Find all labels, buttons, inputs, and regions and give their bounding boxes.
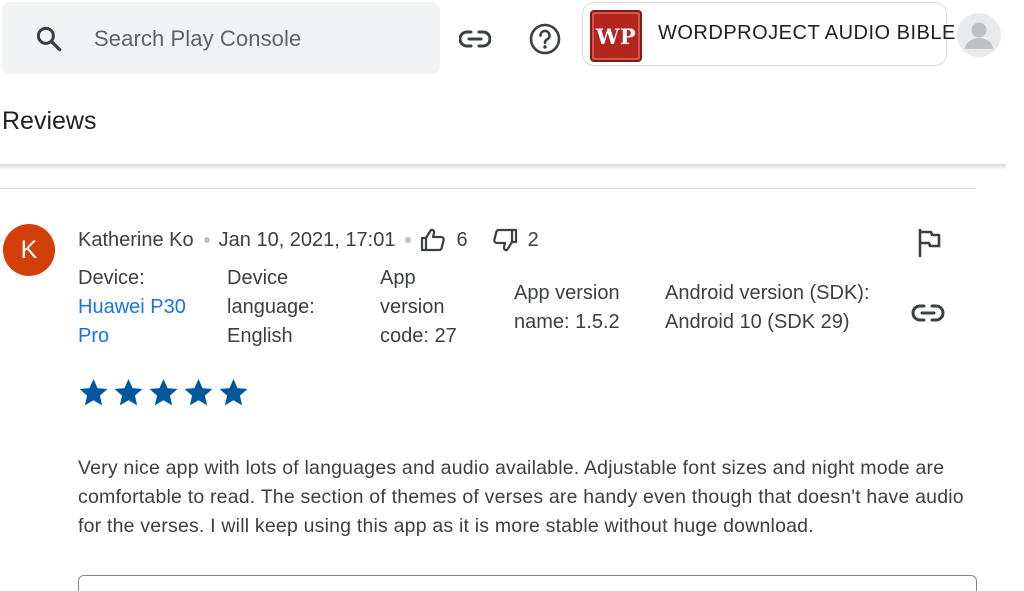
review-text: Very nice app with lots of languages and…	[78, 457, 964, 537]
language-detail: Device language: English	[227, 264, 347, 351]
reviewer-name: Katherine Ko	[78, 228, 194, 251]
star-filled-icon	[149, 378, 178, 406]
device-detail: Device: Huawei P30 Pro	[78, 264, 208, 351]
header-shadow	[0, 164, 1006, 170]
search-bar[interactable]: Search Play Console	[2, 2, 440, 74]
reviewer-avatar: K	[3, 224, 55, 276]
version-name-value: 1.5.2	[575, 311, 620, 333]
separator-dot	[405, 237, 412, 243]
app-name: WORDPROJECT AUDIO BIBLE	[658, 22, 956, 44]
language-value: English	[227, 325, 293, 347]
search-input[interactable]: Search Play Console	[94, 26, 301, 52]
divider	[0, 188, 976, 189]
app-selector[interactable]: WP WORDPROJECT AUDIO BIBLE	[582, 2, 955, 66]
android-version-label: Android version (SDK):	[665, 282, 870, 304]
version-code-value: 27	[434, 325, 457, 347]
thumbs-up-count: 6	[420, 228, 491, 252]
android-version-value: Android 10 (SDK 29)	[665, 311, 850, 333]
star-filled-icon	[79, 378, 108, 406]
page-title: Reviews	[2, 107, 97, 135]
android-version-detail: Android version (SDK): Android 10 (SDK 2…	[665, 279, 895, 337]
thumbs-down-count: 2	[492, 228, 539, 252]
star-rating	[78, 377, 253, 408]
reply-input[interactable]	[78, 575, 977, 591]
review-meta: Katherine Ko Jan 10, 2021, 17:01 6 2	[78, 228, 539, 252]
version-code-detail: App version code: 27	[380, 264, 480, 351]
star-filled-icon	[184, 378, 213, 406]
device-link[interactable]: Huawei P30 Pro	[78, 293, 208, 351]
app-logo: WP	[590, 10, 642, 62]
star-filled-icon	[219, 378, 248, 406]
device-label: Device:	[78, 267, 145, 289]
account-avatar[interactable]	[957, 13, 1001, 57]
link-icon[interactable]	[458, 22, 492, 56]
thumbs-up-icon	[421, 228, 446, 252]
separator-dot	[203, 237, 210, 243]
language-label: Device language:	[227, 267, 315, 318]
thumbs-down-icon	[492, 228, 517, 252]
review-date: Jan 10, 2021, 17:01	[218, 228, 396, 251]
help-icon[interactable]	[528, 22, 562, 56]
flag-icon[interactable]	[915, 228, 943, 258]
star-filled-icon	[114, 378, 143, 406]
search-icon	[36, 26, 62, 52]
copy-link-icon[interactable]	[911, 298, 945, 328]
version-name-detail: App version name: 1.5.2	[514, 279, 644, 337]
